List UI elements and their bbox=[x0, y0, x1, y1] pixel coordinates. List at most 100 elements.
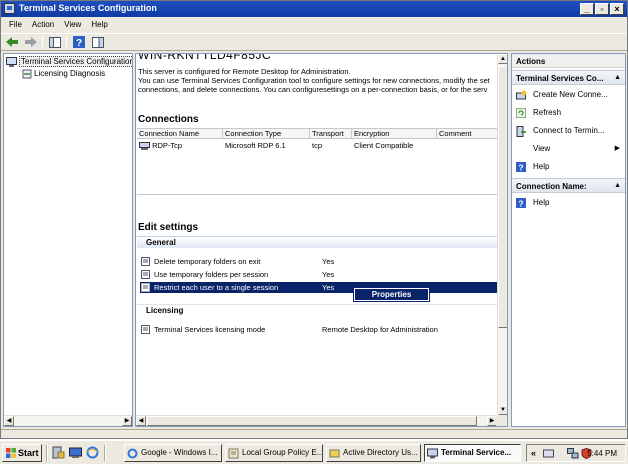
column-header-connection-type[interactable]: Connection Type bbox=[223, 129, 310, 138]
horizontal-scroll-thumb[interactable] bbox=[147, 416, 477, 426]
action-view[interactable]: View ▶ bbox=[516, 143, 624, 155]
setting-restrict-single-session[interactable]: Restrict each user to a single session Y… bbox=[140, 282, 498, 293]
setting-icon bbox=[141, 257, 150, 266]
help-icon: ? bbox=[72, 36, 85, 48]
window-title: Terminal Services Configuration bbox=[19, 3, 157, 13]
scroll-left-button[interactable]: ◀ bbox=[136, 416, 146, 426]
connections-divider bbox=[137, 194, 499, 195]
tree-node-licensing-diagnosis[interactable]: Licensing Diagnosis bbox=[22, 69, 105, 80]
setting-value: Yes bbox=[322, 283, 335, 292]
licensing-icon bbox=[22, 69, 32, 79]
console-tree[interactable]: Terminal Services Configuration: Licensi… bbox=[3, 53, 133, 427]
group-policy-icon bbox=[228, 448, 239, 459]
column-header-encryption[interactable]: Encryption bbox=[352, 129, 437, 138]
collapse-up-icon[interactable]: ▲ bbox=[614, 74, 621, 81]
menu-action[interactable]: Action bbox=[28, 18, 58, 32]
back-arrow-icon bbox=[5, 37, 18, 47]
minimize-button[interactable]: _ bbox=[580, 3, 594, 15]
maximize-button[interactable]: ▫ bbox=[595, 3, 609, 15]
setting-use-temp-folders[interactable]: Use temporary folders per session Yes bbox=[140, 269, 498, 280]
context-menu-properties[interactable]: Properties bbox=[353, 287, 430, 302]
actions-pane: Actions Terminal Services Co... ▲ Create… bbox=[511, 53, 626, 427]
menu-bar: File Action View Help bbox=[1, 18, 627, 32]
windows-logo-icon bbox=[6, 448, 16, 458]
show-hide-action-pane-button[interactable] bbox=[90, 35, 105, 49]
connections-heading: Connections bbox=[138, 114, 199, 125]
menu-view[interactable]: View bbox=[60, 18, 85, 32]
tree-horizontal-scrollbar[interactable]: ◀ ▶ bbox=[4, 415, 132, 426]
description-text: This server is configured for Remote Des… bbox=[138, 67, 500, 94]
actions-title: Actions bbox=[512, 54, 625, 68]
task-label: Active Directory Us... bbox=[343, 448, 418, 457]
create-connection-icon bbox=[516, 90, 527, 100]
column-header-transport[interactable]: Transport bbox=[310, 129, 352, 138]
action-connect-to-terminal-server[interactable]: Connect to Termin... bbox=[516, 125, 624, 137]
server-name: WIN-RKNTTLD4F85JC bbox=[138, 53, 272, 62]
actions-group-connection-name[interactable]: Connection Name: ▲ bbox=[512, 178, 625, 193]
scroll-up-button[interactable]: ▲ bbox=[498, 54, 507, 64]
description-line: This server is configured for Remote Des… bbox=[138, 67, 351, 76]
setting-name: Delete temporary folders on exit bbox=[154, 257, 261, 266]
internet-explorer-icon bbox=[127, 448, 138, 459]
actions-group-label: Terminal Services Co... bbox=[516, 74, 604, 83]
details-pane: WIN-RKNTTLD4F85JC This server is configu… bbox=[135, 53, 508, 427]
tree-node-root[interactable]: Terminal Services Configuration: bbox=[6, 56, 132, 68]
setting-licensing-mode[interactable]: Terminal Services licensing mode Remote … bbox=[140, 324, 498, 335]
tree-scroll-left-button[interactable]: ◀ bbox=[4, 416, 14, 426]
main-window: Terminal Services Configuration _ ▫ × Fi… bbox=[0, 0, 628, 439]
taskbar-button-google[interactable]: Google - Windows I... bbox=[124, 444, 222, 462]
setting-value: Yes bbox=[322, 257, 335, 266]
svg-text:?: ? bbox=[518, 199, 523, 209]
start-label: Start bbox=[18, 448, 39, 458]
back-button[interactable] bbox=[4, 35, 19, 49]
details-vertical-scrollbar[interactable]: ▲ ▼ bbox=[497, 54, 507, 415]
actions-group-label: Connection Name: bbox=[516, 182, 587, 191]
cell-transport: tcp bbox=[312, 141, 323, 150]
details-horizontal-scrollbar[interactable]: ◀ ▶ bbox=[136, 415, 497, 426]
scroll-down-button[interactable]: ▼ bbox=[498, 405, 507, 415]
keyboard-icon[interactable] bbox=[543, 449, 554, 459]
cell-encryption: Client Compatible bbox=[354, 141, 414, 150]
task-label: Google - Windows I... bbox=[141, 448, 218, 457]
actions-group-terminal-services[interactable]: Terminal Services Co... ▲ bbox=[512, 70, 625, 85]
close-button[interactable]: × bbox=[610, 3, 624, 15]
setting-name: Use temporary folders per session bbox=[154, 270, 269, 279]
connections-table: Connection Name Connection Type Transpor… bbox=[137, 128, 499, 152]
action-label: View bbox=[533, 144, 551, 153]
setting-value: Remote Desktop for Administration bbox=[322, 325, 438, 334]
forward-button[interactable] bbox=[23, 35, 38, 49]
table-row[interactable]: RDP-Tcp Microsoft RDP 6.1 tcp Client Com… bbox=[137, 141, 499, 152]
expand-tray-icon[interactable]: « bbox=[531, 448, 536, 458]
title-bar[interactable]: Terminal Services Configuration _ ▫ × bbox=[1, 1, 627, 17]
internet-explorer-icon[interactable] bbox=[86, 446, 99, 459]
collapse-up-icon[interactable]: ▲ bbox=[614, 182, 621, 189]
taskbar-button-active-directory[interactable]: Active Directory Us... bbox=[326, 444, 421, 462]
menu-file[interactable]: File bbox=[5, 18, 26, 32]
show-hide-tree-button[interactable] bbox=[47, 35, 62, 49]
action-refresh[interactable]: Refresh bbox=[516, 107, 624, 119]
taskbar-button-terminal-services[interactable]: Terminal Service... bbox=[424, 444, 521, 462]
setting-delete-temp-folders[interactable]: Delete temporary folders on exit Yes bbox=[140, 256, 498, 267]
show-desktop-icon[interactable] bbox=[69, 446, 82, 459]
vertical-scroll-thumb[interactable] bbox=[498, 66, 507, 328]
help-toolbar-button[interactable]: ? bbox=[71, 35, 86, 49]
cell-connection-type: Microsoft RDP 6.1 bbox=[225, 141, 286, 150]
menu-help[interactable]: Help bbox=[87, 18, 111, 32]
column-header-connection-name[interactable]: Connection Name bbox=[137, 129, 223, 138]
connections-header-row: Connection Name Connection Type Transpor… bbox=[137, 128, 499, 139]
console-tree-icon bbox=[48, 36, 61, 48]
action-help-connection[interactable]: ? Help bbox=[516, 197, 624, 209]
setting-name: Terminal Services licensing mode bbox=[154, 325, 266, 334]
tree-scroll-right-button[interactable]: ▶ bbox=[122, 416, 132, 426]
server-manager-icon[interactable] bbox=[52, 446, 65, 459]
action-create-new-connection[interactable]: Create New Conne... bbox=[516, 89, 624, 101]
action-label: Help bbox=[533, 198, 550, 207]
action-help[interactable]: ? Help bbox=[516, 161, 624, 173]
taskbar-button-group-policy[interactable]: Local Group Policy E... bbox=[225, 444, 323, 462]
network-icon[interactable] bbox=[567, 448, 579, 459]
action-label: Help bbox=[533, 162, 550, 171]
start-button[interactable]: Start bbox=[2, 444, 42, 462]
app-icon bbox=[4, 3, 15, 14]
column-header-comment[interactable]: Comment bbox=[437, 129, 499, 138]
connect-server-icon bbox=[516, 126, 526, 137]
